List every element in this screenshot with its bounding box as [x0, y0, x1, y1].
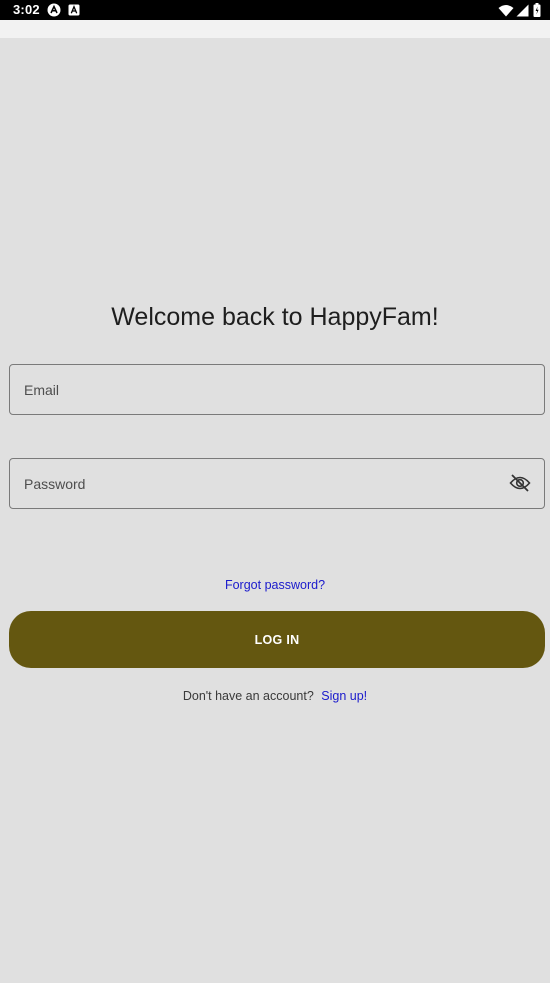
login-button[interactable]: LOG IN: [9, 611, 545, 668]
android-notification-icon: [46, 3, 62, 17]
email-field[interactable]: [9, 364, 545, 415]
password-input[interactable]: [10, 459, 544, 508]
visibility-off-icon[interactable]: [508, 471, 532, 495]
page-title: Welcome back to HappyFam!: [111, 303, 439, 331]
forgot-password-link[interactable]: Forgot password?: [0, 576, 550, 594]
font-notification-icon: [67, 3, 81, 17]
signup-link[interactable]: Sign up!: [321, 689, 367, 703]
password-field[interactable]: [9, 458, 545, 509]
app-bar: [0, 20, 550, 38]
signal-icon: [515, 3, 529, 17]
status-bar: 3:02: [0, 0, 550, 20]
status-time: 3:02: [13, 2, 40, 17]
signup-prompt: Don't have an account?: [182, 689, 314, 703]
email-input[interactable]: [10, 365, 544, 414]
wifi-icon: [498, 3, 514, 17]
signup-row: Don't have an account? Sign up!: [0, 687, 550, 705]
battery-icon: [532, 3, 542, 17]
